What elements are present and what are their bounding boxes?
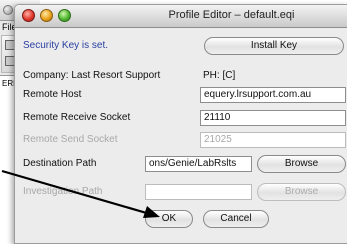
- annotation-arrow-icon: [1, 169, 160, 218]
